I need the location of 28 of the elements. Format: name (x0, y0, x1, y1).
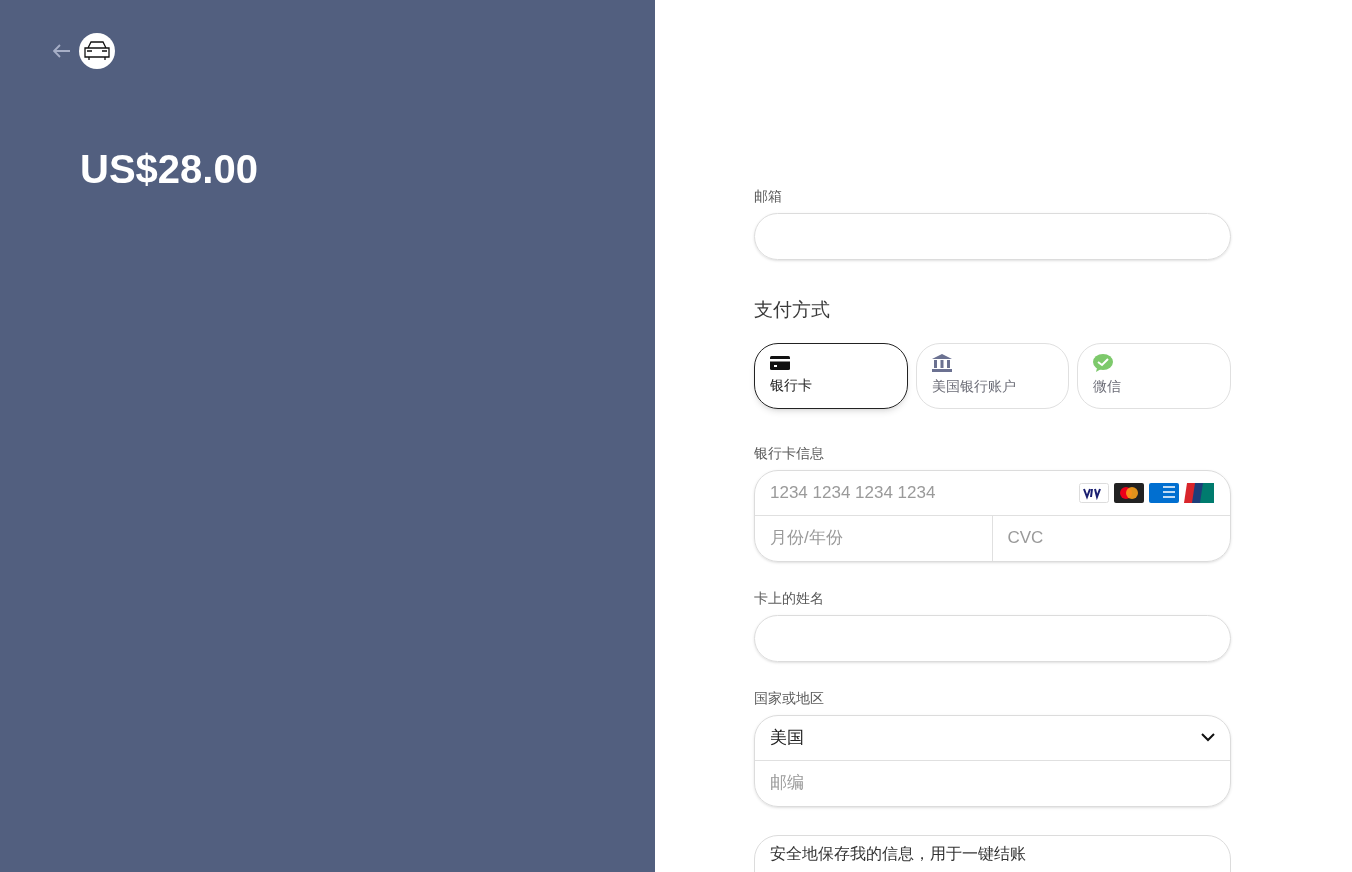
field-label: 邮箱 (754, 187, 783, 206)
field-label: 银行卡信息 (754, 443, 825, 463)
field-label: 卡上的姓名 (754, 588, 825, 608)
zip-input[interactable]: 邮编 (755, 760, 1230, 806)
bank-icon (931, 354, 952, 372)
save-info-title: 安全地保存我的信息，用于一键结账 (770, 843, 1027, 864)
cvc-input[interactable]: CVC (992, 515, 1230, 561)
email-input[interactable] (754, 213, 1231, 260)
name-input[interactable] (754, 614, 1231, 662)
country-select[interactable]: 美国 (755, 715, 1230, 761)
payment-method-tab[interactable]: 银行卡 (754, 342, 908, 409)
payment-method-tab[interactable]: 美国银行账户 (915, 342, 1070, 409)
mastercard-logo-icon (1114, 482, 1144, 503)
credit-card-icon (770, 355, 790, 371)
car-logo-icon (79, 33, 115, 69)
chevron-down-icon (1201, 733, 1215, 742)
field-label: 国家或地区 (754, 688, 825, 708)
country-value: 美国 (770, 726, 804, 749)
card-number-input[interactable]: 1234 1234 1234 1234 (755, 470, 1079, 515)
total-amount: US$28.00 (80, 146, 259, 193)
expiry-input[interactable]: 月份/年份 (755, 515, 993, 561)
payment-method-tab[interactable]: 微信 (1077, 342, 1231, 409)
address-field[interactable]: 美国 邮编 (754, 714, 1231, 807)
section-title: 支付方式 (754, 298, 831, 322)
chat-bubble-icon (1093, 354, 1114, 372)
back-arrow-icon[interactable] (53, 44, 71, 58)
card-details-field[interactable]: 1234 1234 1234 1234 月份/年份 CVC (754, 469, 1231, 562)
unionpay-logo-icon (1184, 482, 1214, 503)
